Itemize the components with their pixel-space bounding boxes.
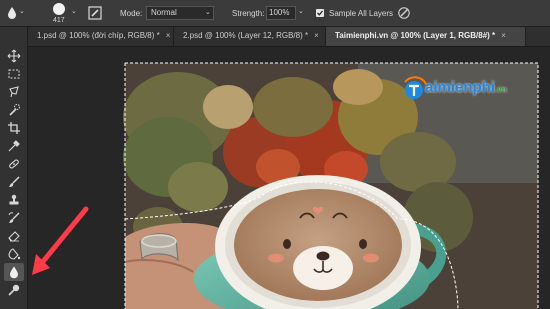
brush-size-value: 417: [53, 17, 65, 24]
strength-label: Strength:: [232, 9, 265, 18]
eyedropper-icon: [8, 140, 20, 152]
dodge-icon: [8, 284, 20, 296]
tool-preset-arrow[interactable]: ⌄: [19, 7, 25, 17]
clone-stamp-icon: [9, 194, 19, 205]
sample-all-layers-label: Sample All Layers: [329, 9, 394, 18]
eraser-tool[interactable]: [4, 227, 24, 245]
document-tab-bar: 1.psd @ 100% (đời chíp, RGB/8) * × 2.psd …: [28, 27, 550, 47]
watermark-text: aimienphi.vn: [425, 79, 507, 96]
clone-stamp-tool[interactable]: [4, 191, 24, 209]
tab-label: 2.psd @ 100% (Layer 12, RGB/8) *: [183, 31, 309, 40]
tab-document-1[interactable]: 1.psd @ 100% (đời chíp, RGB/8) * ×: [28, 27, 174, 46]
close-icon[interactable]: ×: [166, 31, 171, 40]
history-brush-icon: [8, 212, 20, 223]
tab-document-2[interactable]: 2.psd @ 100% (Layer 12, RGB/8) * ×: [174, 27, 326, 46]
pressure-icon[interactable]: [397, 6, 411, 20]
blur-tool-preset-icon[interactable]: [6, 6, 18, 20]
move-icon: [7, 49, 21, 63]
canvas-area[interactable]: aimienphi.vn: [28, 47, 550, 309]
watermark-suffix: .vn: [495, 85, 507, 94]
brush-preview[interactable]: [53, 3, 65, 15]
strength-value: 100%: [269, 8, 290, 17]
brush-settings-icon[interactable]: [88, 6, 102, 20]
mode-value: Normal: [151, 8, 177, 17]
tools-panel: [0, 27, 28, 309]
healing-brush-icon: [9, 159, 19, 169]
brush-icon: [9, 176, 20, 187]
lasso-tool[interactable]: [4, 83, 24, 101]
tab-document-3[interactable]: Taimienphi.vn @ 100% (Layer 1, RGB/8#) *…: [326, 27, 526, 46]
eraser-icon: [8, 231, 20, 242]
blur-icon: [10, 266, 18, 279]
eyedropper-tool[interactable]: [4, 137, 24, 155]
mode-select[interactable]: Normal ⌄: [146, 6, 214, 20]
blur-tool[interactable]: [4, 263, 24, 281]
marquee-icon: [8, 69, 20, 79]
brush-picker-arrow[interactable]: ⌄: [71, 7, 77, 17]
dodge-tool[interactable]: [4, 281, 24, 299]
gradient-tool[interactable]: [4, 245, 24, 263]
annotation-arrow: [32, 206, 89, 275]
close-icon[interactable]: ×: [501, 31, 506, 40]
mode-label: Mode:: [120, 9, 143, 18]
quick-selection-tool[interactable]: [4, 101, 24, 119]
marquee-tool[interactable]: [4, 65, 24, 83]
check-icon: [317, 10, 323, 16]
watermark-name: aimienphi: [425, 79, 496, 96]
healing-brush-tool[interactable]: [4, 155, 24, 173]
options-bar: ⌄ 417 ⌄ Mode: Normal ⌄ Strength: 100% ⌄ …: [0, 0, 550, 27]
sample-all-layers-checkbox[interactable]: [316, 9, 324, 17]
lasso-icon: [9, 86, 19, 98]
gradient-icon: [8, 248, 21, 260]
history-brush-tool[interactable]: [4, 209, 24, 227]
strength-field[interactable]: 100%: [266, 6, 296, 20]
close-icon[interactable]: ×: [314, 31, 319, 40]
chevron-down-icon: ⌄: [205, 9, 211, 16]
quick-selection-icon: [9, 104, 20, 116]
move-tool[interactable]: [4, 47, 24, 65]
strength-slider-arrow[interactable]: ⌄: [298, 7, 304, 17]
brush-tool[interactable]: [4, 173, 24, 191]
crop-icon: [8, 122, 20, 134]
tab-label: 1.psd @ 100% (đời chíp, RGB/8) *: [37, 31, 160, 40]
tab-label: Taimienphi.vn @ 100% (Layer 1, RGB/8#) *: [335, 31, 496, 40]
crop-tool[interactable]: [4, 119, 24, 137]
